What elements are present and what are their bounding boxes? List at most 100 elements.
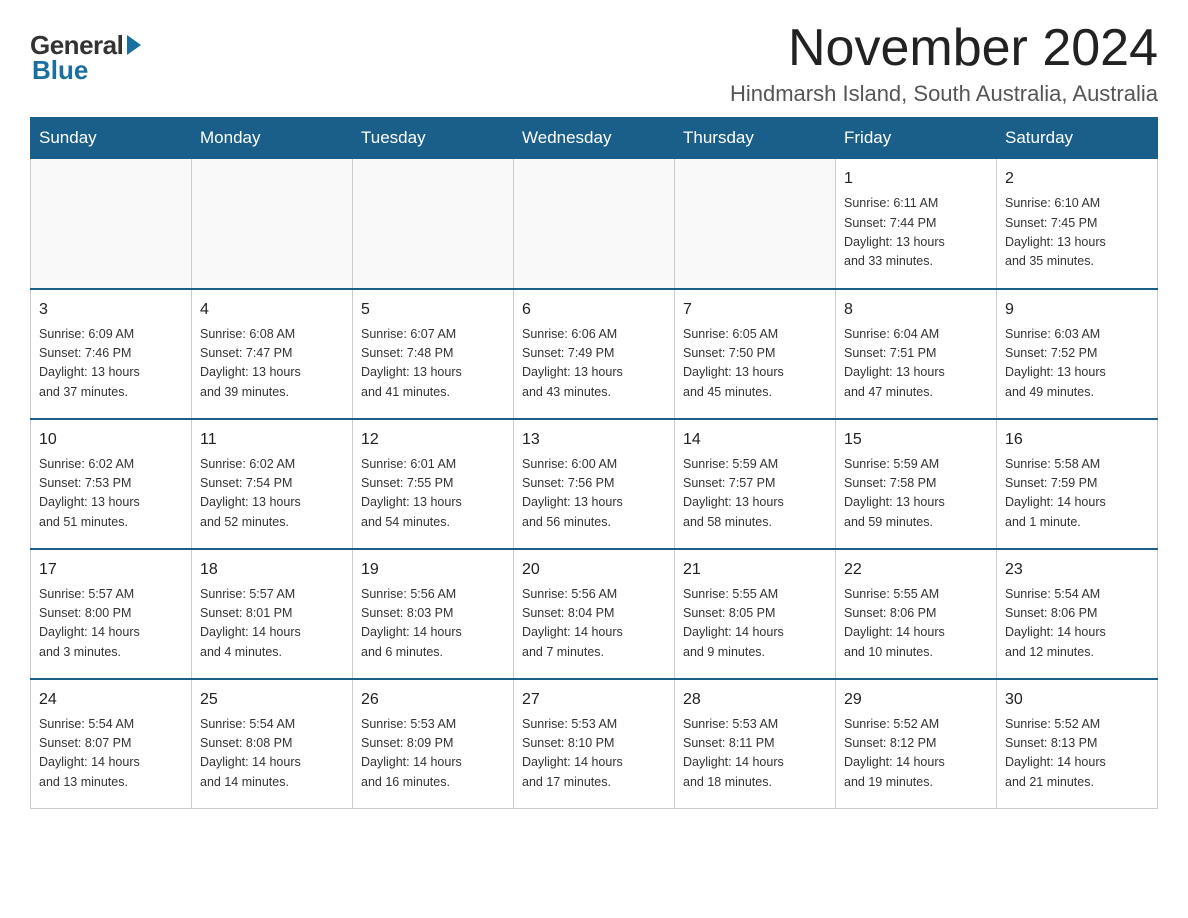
day-info: Sunrise: 5:56 AMSunset: 8:04 PMDaylight:… <box>522 585 666 663</box>
day-number: 7 <box>683 298 827 322</box>
day-info: Sunrise: 6:10 AMSunset: 7:45 PMDaylight:… <box>1005 194 1149 272</box>
day-info: Sunrise: 5:54 AMSunset: 8:06 PMDaylight:… <box>1005 585 1149 663</box>
calendar-cell: 6 Sunrise: 6:06 AMSunset: 7:49 PMDaylight… <box>514 289 675 419</box>
calendar-cell <box>192 159 353 289</box>
calendar-cell: 18 Sunrise: 5:57 AMSunset: 8:01 PMDayligh… <box>192 549 353 679</box>
day-info: Sunrise: 5:59 AMSunset: 7:57 PMDaylight:… <box>683 455 827 533</box>
calendar-cell: 7 Sunrise: 6:05 AMSunset: 7:50 PMDaylight… <box>675 289 836 419</box>
calendar-header-thursday: Thursday <box>675 118 836 159</box>
day-number: 18 <box>200 558 344 582</box>
calendar-cell: 29Sunrise: 5:52 AMSunset: 8:12 PMDayligh… <box>836 679 997 809</box>
day-number: 24 <box>39 688 183 712</box>
calendar-week-row: 3Sunrise: 6:09 AMSunset: 7:46 PMDaylight… <box>31 289 1158 419</box>
calendar-cell: 12 Sunrise: 6:01 AMSunset: 7:55 PMDayligh… <box>353 419 514 549</box>
day-info: Sunrise: 5:59 AMSunset: 7:58 PMDaylight:… <box>844 455 988 533</box>
calendar-cell: 8 Sunrise: 6:04 AMSunset: 7:51 PMDaylight… <box>836 289 997 419</box>
day-info: Sunrise: 6:02 AMSunset: 7:53 PMDaylight:… <box>39 455 183 533</box>
day-info: Sunrise: 5:54 AMSunset: 8:08 PMDaylight:… <box>200 715 344 793</box>
calendar-cell: 16Sunrise: 5:58 AMSunset: 7:59 PMDayligh… <box>997 419 1158 549</box>
day-number: 9 <box>1005 298 1149 322</box>
day-number: 3 <box>39 298 183 322</box>
calendar-cell: 23 Sunrise: 5:54 AMSunset: 8:06 PMDayligh… <box>997 549 1158 679</box>
day-number: 27 <box>522 688 666 712</box>
calendar-header-wednesday: Wednesday <box>514 118 675 159</box>
day-number: 10 <box>39 428 183 452</box>
calendar-cell: 9 Sunrise: 6:03 AMSunset: 7:52 PMDaylight… <box>997 289 1158 419</box>
day-info: Sunrise: 6:08 AMSunset: 7:47 PMDaylight:… <box>200 325 344 403</box>
day-info: Sunrise: 6:04 AMSunset: 7:51 PMDaylight:… <box>844 325 988 403</box>
day-info: Sunrise: 5:53 AMSunset: 8:11 PMDaylight:… <box>683 715 827 793</box>
logo: General Blue <box>30 30 141 86</box>
calendar-cell: 2 Sunrise: 6:10 AMSunset: 7:45 PMDaylight… <box>997 159 1158 289</box>
calendar-header-tuesday: Tuesday <box>353 118 514 159</box>
day-info: Sunrise: 6:06 AMSunset: 7:49 PMDaylight:… <box>522 325 666 403</box>
calendar-cell: 26 Sunrise: 5:53 AMSunset: 8:09 PMDayligh… <box>353 679 514 809</box>
calendar-header-row: SundayMondayTuesdayWednesdayThursdayFrid… <box>31 118 1158 159</box>
day-number: 6 <box>522 298 666 322</box>
calendar-cell <box>514 159 675 289</box>
calendar-cell: 3Sunrise: 6:09 AMSunset: 7:46 PMDaylight… <box>31 289 192 419</box>
day-number: 5 <box>361 298 505 322</box>
day-info: Sunrise: 5:54 AMSunset: 8:07 PMDaylight:… <box>39 715 183 793</box>
calendar-cell: 25Sunrise: 5:54 AMSunset: 8:08 PMDayligh… <box>192 679 353 809</box>
month-year-title: November 2024 <box>730 20 1158 77</box>
calendar-header-monday: Monday <box>192 118 353 159</box>
title-block: November 2024 Hindmarsh Island, South Au… <box>730 20 1158 107</box>
calendar-cell: 22 Sunrise: 5:55 AMSunset: 8:06 PMDayligh… <box>836 549 997 679</box>
calendar-week-row: 24 Sunrise: 5:54 AMSunset: 8:07 PMDayligh… <box>31 679 1158 809</box>
day-number: 26 <box>361 688 505 712</box>
day-info: Sunrise: 5:55 AMSunset: 8:06 PMDaylight:… <box>844 585 988 663</box>
calendar-cell <box>31 159 192 289</box>
day-info: Sunrise: 6:05 AMSunset: 7:50 PMDaylight:… <box>683 325 827 403</box>
calendar-week-row: 10 Sunrise: 6:02 AMSunset: 7:53 PMDayligh… <box>31 419 1158 549</box>
calendar-cell: 20 Sunrise: 5:56 AMSunset: 8:04 PMDayligh… <box>514 549 675 679</box>
page-header: General Blue November 2024 Hindmarsh Isl… <box>30 20 1158 107</box>
day-number: 23 <box>1005 558 1149 582</box>
calendar-cell: 15Sunrise: 5:59 AMSunset: 7:58 PMDayligh… <box>836 419 997 549</box>
day-number: 22 <box>844 558 988 582</box>
day-info: Sunrise: 6:02 AMSunset: 7:54 PMDaylight:… <box>200 455 344 533</box>
calendar-cell: 28 Sunrise: 5:53 AMSunset: 8:11 PMDayligh… <box>675 679 836 809</box>
calendar-cell: 11Sunrise: 6:02 AMSunset: 7:54 PMDayligh… <box>192 419 353 549</box>
day-info: Sunrise: 5:57 AMSunset: 8:00 PMDaylight:… <box>39 585 183 663</box>
calendar-cell: 19Sunrise: 5:56 AMSunset: 8:03 PMDayligh… <box>353 549 514 679</box>
calendar-week-row: 1Sunrise: 6:11 AMSunset: 7:44 PMDaylight… <box>31 159 1158 289</box>
logo-arrow-icon <box>127 35 141 55</box>
logo-blue-text: Blue <box>32 55 88 86</box>
location-subtitle: Hindmarsh Island, South Australia, Austr… <box>730 81 1158 107</box>
day-info: Sunrise: 5:53 AMSunset: 8:09 PMDaylight:… <box>361 715 505 793</box>
day-number: 8 <box>844 298 988 322</box>
day-number: 17 <box>39 558 183 582</box>
day-info: Sunrise: 5:55 AMSunset: 8:05 PMDaylight:… <box>683 585 827 663</box>
calendar-cell: 13 Sunrise: 6:00 AMSunset: 7:56 PMDayligh… <box>514 419 675 549</box>
calendar-table: SundayMondayTuesdayWednesdayThursdayFrid… <box>30 117 1158 809</box>
calendar-cell: 24 Sunrise: 5:54 AMSunset: 8:07 PMDayligh… <box>31 679 192 809</box>
day-number: 2 <box>1005 167 1149 191</box>
day-info: Sunrise: 5:57 AMSunset: 8:01 PMDaylight:… <box>200 585 344 663</box>
day-number: 20 <box>522 558 666 582</box>
day-number: 19 <box>361 558 505 582</box>
calendar-cell: 5 Sunrise: 6:07 AMSunset: 7:48 PMDaylight… <box>353 289 514 419</box>
day-number: 16 <box>1005 428 1149 452</box>
day-info: Sunrise: 5:52 AMSunset: 8:13 PMDaylight:… <box>1005 715 1149 793</box>
day-number: 30 <box>1005 688 1149 712</box>
day-info: Sunrise: 6:01 AMSunset: 7:55 PMDaylight:… <box>361 455 505 533</box>
calendar-cell: 27Sunrise: 5:53 AMSunset: 8:10 PMDayligh… <box>514 679 675 809</box>
day-info: Sunrise: 6:00 AMSunset: 7:56 PMDaylight:… <box>522 455 666 533</box>
calendar-cell <box>353 159 514 289</box>
day-number: 12 <box>361 428 505 452</box>
day-number: 4 <box>200 298 344 322</box>
calendar-cell <box>675 159 836 289</box>
calendar-cell: 10 Sunrise: 6:02 AMSunset: 7:53 PMDayligh… <box>31 419 192 549</box>
calendar-cell: 21 Sunrise: 5:55 AMSunset: 8:05 PMDayligh… <box>675 549 836 679</box>
calendar-week-row: 17 Sunrise: 5:57 AMSunset: 8:00 PMDayligh… <box>31 549 1158 679</box>
calendar-header-saturday: Saturday <box>997 118 1158 159</box>
day-number: 28 <box>683 688 827 712</box>
day-number: 13 <box>522 428 666 452</box>
calendar-header-friday: Friday <box>836 118 997 159</box>
calendar-cell: 30 Sunrise: 5:52 AMSunset: 8:13 PMDayligh… <box>997 679 1158 809</box>
day-info: Sunrise: 6:03 AMSunset: 7:52 PMDaylight:… <box>1005 325 1149 403</box>
day-info: Sunrise: 6:07 AMSunset: 7:48 PMDaylight:… <box>361 325 505 403</box>
day-number: 21 <box>683 558 827 582</box>
calendar-header-sunday: Sunday <box>31 118 192 159</box>
